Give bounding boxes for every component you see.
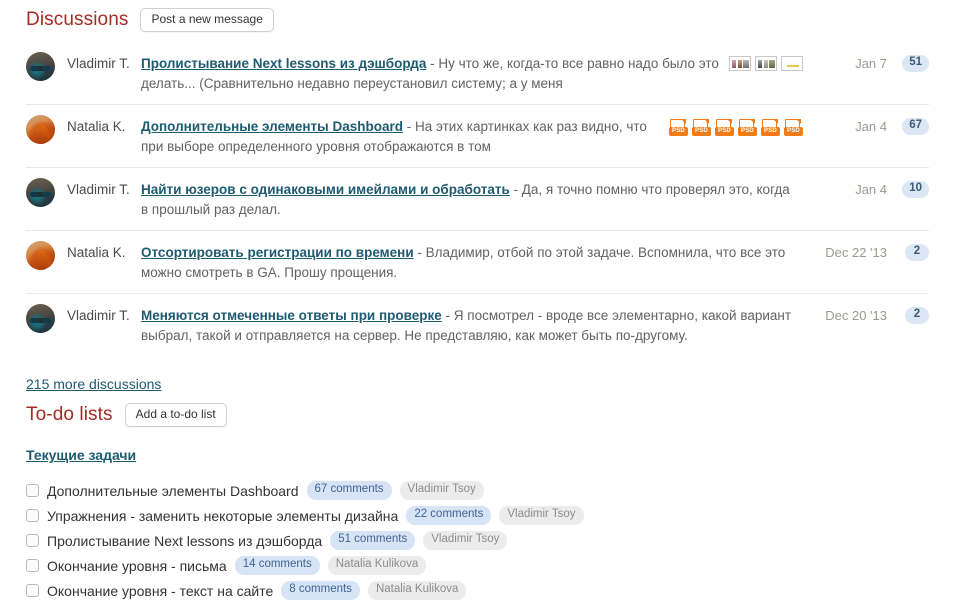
discussion-title-link[interactable]: Найти юзеров с одинаковыми имейлами и об… (141, 182, 510, 197)
psd-file-icon[interactable]: PSD (761, 119, 780, 138)
discussion-date: Jan 4 (855, 182, 887, 198)
psd-icon-label: PSD (784, 127, 803, 137)
todo-comment-count-tag[interactable]: 67 comments (306, 481, 392, 500)
todo-section-title: To-do lists (26, 404, 113, 426)
discussion-excerpt-cell: Пролистывание Next lessons из дэшборда -… (141, 51, 729, 94)
todo-assignee-tag: Vladimir Tsoy (399, 481, 484, 500)
todo-checkbox[interactable] (26, 509, 39, 523)
todo-item-label: Пролистывание Next lessons из дэшборда (47, 532, 323, 549)
todo-item[interactable]: Пролистывание Next lessons из дэшборда 51… (26, 528, 929, 553)
todo-checkbox[interactable] (26, 534, 39, 548)
comment-count-badge[interactable]: 10 (902, 181, 929, 198)
attachment-thumbnail[interactable] (781, 56, 803, 72)
comment-count-badge[interactable]: 2 (905, 307, 929, 324)
comment-count-cell: 51 (887, 51, 929, 72)
discussion-title-link[interactable]: Меняются отмеченные ответы при проверке (141, 308, 442, 323)
comment-count-badge[interactable]: 2 (905, 244, 929, 261)
comment-count-cell: 2 (887, 303, 929, 324)
todo-item-label: Окончание уровня - письма (47, 557, 227, 574)
avatar[interactable] (26, 115, 55, 145)
todo-item[interactable]: Дополнительные элементы Dashboard 67 comm… (26, 478, 929, 503)
comment-count-cell: 67 (887, 114, 929, 135)
discussions-section: Discussions Post a new message Vladimir … (26, 8, 929, 394)
todo-list-link[interactable]: Текущие задачи (26, 447, 136, 463)
discussion-excerpt-cell: Отсортировать регистрации по времени - В… (141, 240, 803, 283)
discussion-excerpt-cell: Дополнительные элементы Dashboard - На э… (141, 114, 669, 157)
avatar[interactable] (26, 52, 55, 82)
comment-count-cell: 10 (887, 177, 929, 198)
discussion-title-link[interactable]: Пролистывание Next lessons из дэшборда (141, 56, 426, 71)
todo-checkbox[interactable] (26, 559, 39, 573)
todo-item-label: Упражнения - заменить некоторые элементы… (47, 507, 399, 524)
discussion-row[interactable]: Natalia K. Дополнительные элементы Dashbo… (26, 105, 929, 169)
todo-item-list: Дополнительные элементы Dashboard 67 comm… (26, 478, 929, 603)
avatar[interactable] (26, 241, 55, 271)
discussion-date: Dec 22 '13 (825, 245, 887, 261)
attachment-group: PSD PSD PSD PSD PSD PSD (669, 114, 809, 138)
comment-count-badge[interactable]: 67 (902, 118, 929, 135)
discussion-author: Vladimir T. (67, 182, 130, 198)
discussion-title-link[interactable]: Дополнительные элементы Dashboard (141, 119, 403, 134)
discussions-header: Discussions Post a new message (26, 8, 929, 33)
discussion-excerpt-cell: Найти юзеров с одинаковыми имейлами и об… (141, 177, 803, 220)
psd-icon-label: PSD (761, 127, 780, 137)
discussion-list: Vladimir T. Пролистывание Next lessons из… (26, 42, 929, 356)
attachment-thumbnail[interactable] (729, 56, 751, 72)
psd-file-icon[interactable]: PSD (692, 119, 711, 138)
psd-file-icon[interactable]: PSD (669, 119, 688, 138)
todo-comment-count-tag[interactable]: 51 comments (330, 531, 416, 550)
discussion-title-link[interactable]: Отсортировать регистрации по времени (141, 245, 414, 260)
psd-file-icon[interactable]: PSD (738, 119, 757, 138)
discussion-author: Natalia K. (67, 245, 126, 261)
todo-checkbox[interactable] (26, 584, 39, 598)
discussion-row[interactable]: Vladimir T. Найти юзеров с одинаковыми им… (26, 168, 929, 232)
todo-item-label: Дополнительные элементы Dashboard (47, 482, 299, 499)
comment-count-cell: 2 (887, 240, 929, 261)
todo-checkbox[interactable] (26, 484, 39, 498)
psd-icon-label: PSD (738, 127, 757, 137)
discussion-row[interactable]: Natalia K. Отсортировать регистрации по в… (26, 231, 929, 295)
todo-header: To-do lists Add a to-do list (26, 403, 929, 428)
todo-comment-count-tag[interactable]: 22 comments (406, 506, 492, 525)
comment-count-badge[interactable]: 51 (902, 55, 929, 72)
psd-icon-label: PSD (715, 127, 734, 137)
todo-comment-count-tag[interactable]: 14 comments (234, 556, 320, 575)
discussion-row[interactable]: Vladimir T. Меняются отмеченные ответы пр… (26, 294, 929, 356)
discussion-date: Jan 4 (855, 119, 887, 135)
avatar[interactable] (26, 178, 55, 208)
attachment-group (729, 51, 809, 72)
todo-item[interactable]: Окончание уровня - текст на сайте 8 comme… (26, 578, 929, 603)
post-new-message-button[interactable]: Post a new message (140, 8, 274, 33)
todo-comment-count-tag[interactable]: 8 comments (281, 581, 360, 600)
discussion-row[interactable]: Vladimir T. Пролистывание Next lessons из… (26, 42, 929, 106)
psd-icon-label: PSD (692, 127, 711, 137)
discussion-date: Jan 7 (855, 56, 887, 72)
todo-assignee-tag: Vladimir Tsoy (423, 531, 508, 550)
todo-assignee-tag: Natalia Kulikova (367, 581, 467, 600)
todo-item[interactable]: Окончание уровня - письма 14 comments Nata… (26, 553, 929, 578)
todo-item-label: Окончание уровня - текст на сайте (47, 582, 274, 599)
attachment-thumbnail[interactable] (755, 56, 777, 72)
psd-icon-label: PSD (669, 127, 688, 137)
discussion-author: Vladimir T. (67, 308, 130, 324)
discussion-date: Dec 20 '13 (825, 308, 887, 324)
todo-lists-section: To-do lists Add a to-do list Текущие зад… (26, 403, 929, 603)
psd-file-icon[interactable]: PSD (715, 119, 734, 138)
add-todo-list-button[interactable]: Add a to-do list (124, 403, 227, 428)
avatar[interactable] (26, 304, 55, 334)
discussion-author: Natalia K. (67, 119, 126, 135)
page-title: Discussions (26, 9, 129, 31)
more-discussions-link[interactable]: 215 more discussions (26, 376, 161, 392)
discussion-author: Vladimir T. (67, 56, 130, 72)
psd-file-icon[interactable]: PSD (784, 119, 803, 138)
todo-assignee-tag: Natalia Kulikova (327, 556, 427, 575)
todo-assignee-tag: Vladimir Tsoy (499, 506, 584, 525)
discussion-excerpt-cell: Меняются отмеченные ответы при проверке … (141, 303, 803, 346)
todo-item[interactable]: Упражнения - заменить некоторые элементы… (26, 503, 929, 528)
